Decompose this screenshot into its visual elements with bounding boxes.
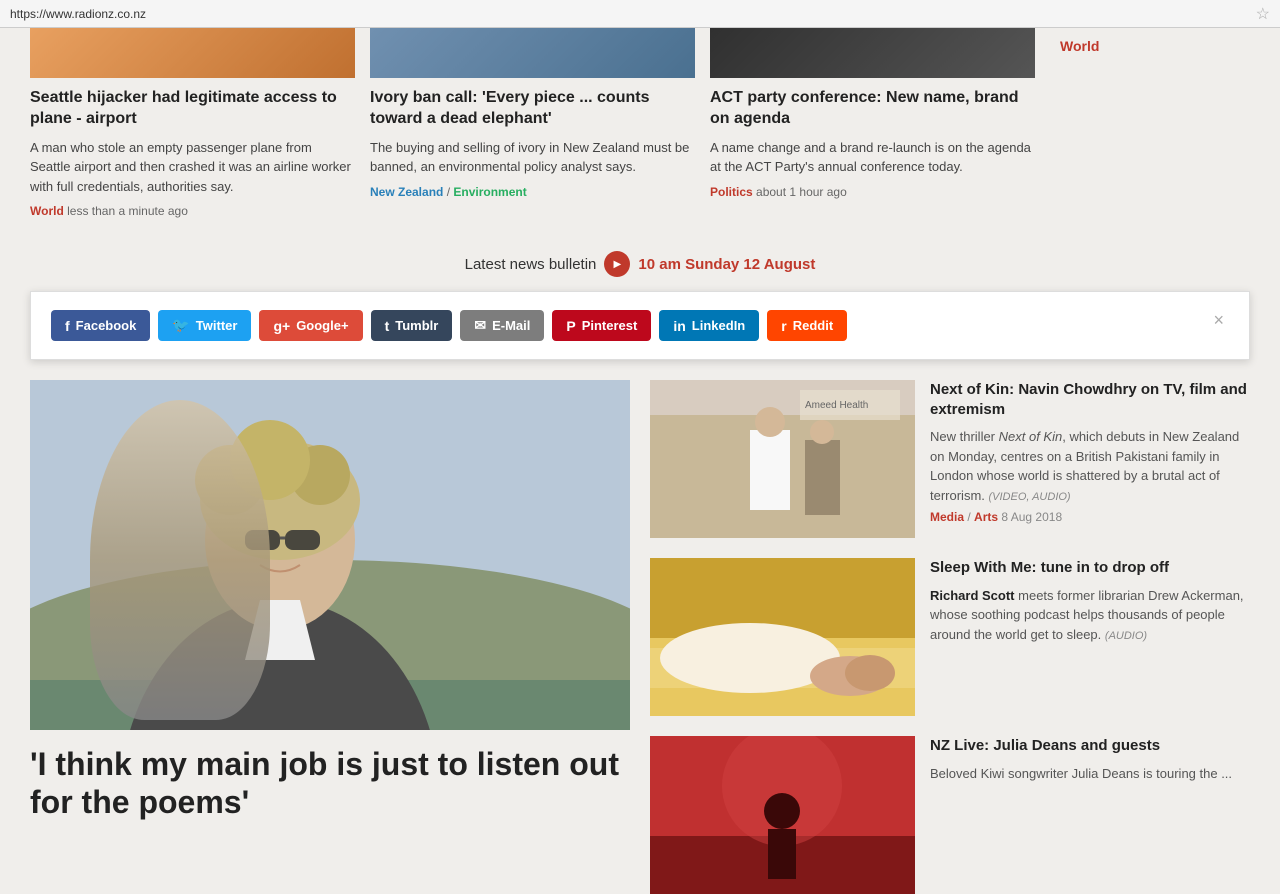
pinterest-share-button[interactable]: P Pinterest xyxy=(552,310,651,341)
tumblr-icon: t xyxy=(385,318,390,334)
bulletin-bar: Latest news bulletin ▶ 10 am Sunday 12 A… xyxy=(0,233,1280,291)
card-3-headline[interactable]: ACT party conference: New name, brand on… xyxy=(710,88,1035,130)
facebook-share-button[interactable]: f Facebook xyxy=(51,310,150,341)
nz-live-content: NZ Live: Julia Deans and guests Beloved … xyxy=(930,736,1232,894)
sleep-headline[interactable]: Sleep With Me: tune in to drop off xyxy=(930,558,1250,578)
sleep-content: Sleep With Me: tune in to drop off Richa… xyxy=(930,558,1250,716)
featured-image-svg xyxy=(30,380,630,730)
next-of-kin-image: Ameed Health xyxy=(650,380,915,538)
sleep-image-svg xyxy=(650,558,915,716)
card-2-image xyxy=(370,28,695,78)
play-button[interactable]: ▶ xyxy=(604,251,630,277)
browser-chrome: https://www.radionz.co.nz ☆ xyxy=(0,0,1280,28)
news-card-2: Ivory ban call: 'Every piece ... counts … xyxy=(370,28,710,233)
reddit-share-button[interactable]: r Reddit xyxy=(767,310,847,341)
next-of-kin-cat2[interactable]: Arts xyxy=(974,510,998,524)
next-of-kin-cat1[interactable]: Media xyxy=(930,510,964,524)
card-1-meta: World less than a minute ago xyxy=(30,204,355,218)
tumblr-share-button[interactable]: t Tumblr xyxy=(371,310,453,341)
googleplus-label: Google+ xyxy=(296,318,348,333)
share-close-button[interactable]: × xyxy=(1208,310,1229,331)
svg-text:Ameed Health: Ameed Health xyxy=(805,400,868,411)
featured-article: 'I think my main job is just to listen o… xyxy=(30,380,630,894)
featured-article-image xyxy=(30,380,630,730)
news-card-1: Seattle hijacker had legitimate access t… xyxy=(30,28,370,233)
card-2-category[interactable]: New Zealand xyxy=(370,185,443,199)
reddit-label: Reddit xyxy=(793,318,833,333)
side-article-nz-live: NZ Live: Julia Deans and guests Beloved … xyxy=(650,736,1250,894)
card-1-headline[interactable]: Seattle hijacker had legitimate access t… xyxy=(30,88,355,130)
share-buttons-group: f Facebook 🐦 Twitter g+ Google+ t Tumblr… xyxy=(51,310,847,341)
url-bar[interactable]: https://www.radionz.co.nz xyxy=(10,7,1248,21)
main-content-section: 'I think my main job is just to listen o… xyxy=(0,360,1280,894)
share-overlay: f Facebook 🐦 Twitter g+ Google+ t Tumblr… xyxy=(30,291,1250,360)
side-article-next-of-kin: Ameed Health Next of Kin: Navin Chowdhry… xyxy=(650,380,1250,538)
sleep-author: Richard Scott xyxy=(930,588,1015,603)
bulletin-label: Latest news bulletin xyxy=(465,256,597,273)
featured-headline[interactable]: 'I think my main job is just to listen o… xyxy=(30,745,630,822)
next-of-kin-content: Next of Kin: Navin Chowdhry on TV, film … xyxy=(930,380,1250,538)
sleep-tags: (AUDIO) xyxy=(1105,630,1147,642)
linkedin-share-button[interactable]: in LinkedIn xyxy=(659,310,759,341)
sidebar-world-category[interactable]: World xyxy=(1060,28,1250,54)
card-3-time: about 1 hour ago xyxy=(756,185,847,199)
page-content: Seattle hijacker had legitimate access t… xyxy=(0,28,1280,894)
card-2-category2[interactable]: Environment xyxy=(453,185,526,199)
card-3-excerpt: A name change and a brand re-launch is o… xyxy=(710,138,1035,177)
card-1-excerpt: A man who stole an empty passenger plane… xyxy=(30,138,355,197)
card-1-time: less than a minute ago xyxy=(67,204,188,218)
nz-live-image xyxy=(650,736,915,894)
next-of-kin-tags: (VIDEO, AUDIO) xyxy=(989,491,1071,503)
card-1-image xyxy=(30,28,355,78)
linkedin-label: LinkedIn xyxy=(692,318,745,333)
pinterest-label: Pinterest xyxy=(582,318,638,333)
next-of-kin-date: 8 Aug 2018 xyxy=(1001,510,1062,524)
card-3-category[interactable]: Politics xyxy=(710,185,753,199)
email-icon: ✉ xyxy=(474,317,486,334)
news-card-3: ACT party conference: New name, brand on… xyxy=(710,28,1050,233)
email-label: E-Mail xyxy=(492,318,530,333)
twitter-label: Twitter xyxy=(196,318,238,333)
next-of-kin-headline[interactable]: Next of Kin: Navin Chowdhry on TV, film … xyxy=(930,380,1250,419)
pinterest-icon: P xyxy=(566,318,575,334)
card-3-meta: Politics about 1 hour ago xyxy=(710,185,1035,199)
googleplus-icon: g+ xyxy=(273,318,290,334)
card-1-category[interactable]: World xyxy=(30,204,64,218)
twitter-icon: 🐦 xyxy=(172,317,189,334)
facebook-icon: f xyxy=(65,318,70,334)
reddit-icon: r xyxy=(781,318,786,334)
bulletin-time: 10 am Sunday 12 August xyxy=(638,256,815,273)
right-column: Ameed Health Next of Kin: Navin Chowdhry… xyxy=(650,380,1250,894)
next-of-kin-image-svg: Ameed Health xyxy=(650,380,915,538)
card-2-excerpt: The buying and selling of ivory in New Z… xyxy=(370,138,695,177)
nz-live-image-svg xyxy=(650,736,915,894)
googleplus-share-button[interactable]: g+ Google+ xyxy=(259,310,362,341)
nz-live-headline[interactable]: NZ Live: Julia Deans and guests xyxy=(930,736,1232,756)
card-3-image xyxy=(710,28,1035,78)
bookmark-star[interactable]: ☆ xyxy=(1256,4,1270,24)
facebook-label: Facebook xyxy=(76,318,137,333)
top-cards-row: Seattle hijacker had legitimate access t… xyxy=(0,28,1280,233)
nz-live-excerpt: Beloved Kiwi songwriter Julia Deans is t… xyxy=(930,764,1232,784)
twitter-share-button[interactable]: 🐦 Twitter xyxy=(158,310,251,341)
card-2-headline[interactable]: Ivory ban call: 'Every piece ... counts … xyxy=(370,88,695,130)
card-2-meta: New Zealand / Environment xyxy=(370,185,695,199)
email-share-button[interactable]: ✉ E-Mail xyxy=(460,310,544,341)
next-of-kin-excerpt: New thriller Next of Kin, which debuts i… xyxy=(930,427,1250,505)
linkedin-icon: in xyxy=(673,318,685,334)
sleep-image xyxy=(650,558,915,716)
sleep-excerpt: Richard Scott meets former librarian Dre… xyxy=(930,586,1250,645)
side-article-sleep-with-me: Sleep With Me: tune in to drop off Richa… xyxy=(650,558,1250,716)
next-of-kin-meta: Media / Arts 8 Aug 2018 xyxy=(930,510,1250,524)
tumblr-label: Tumblr xyxy=(395,318,438,333)
